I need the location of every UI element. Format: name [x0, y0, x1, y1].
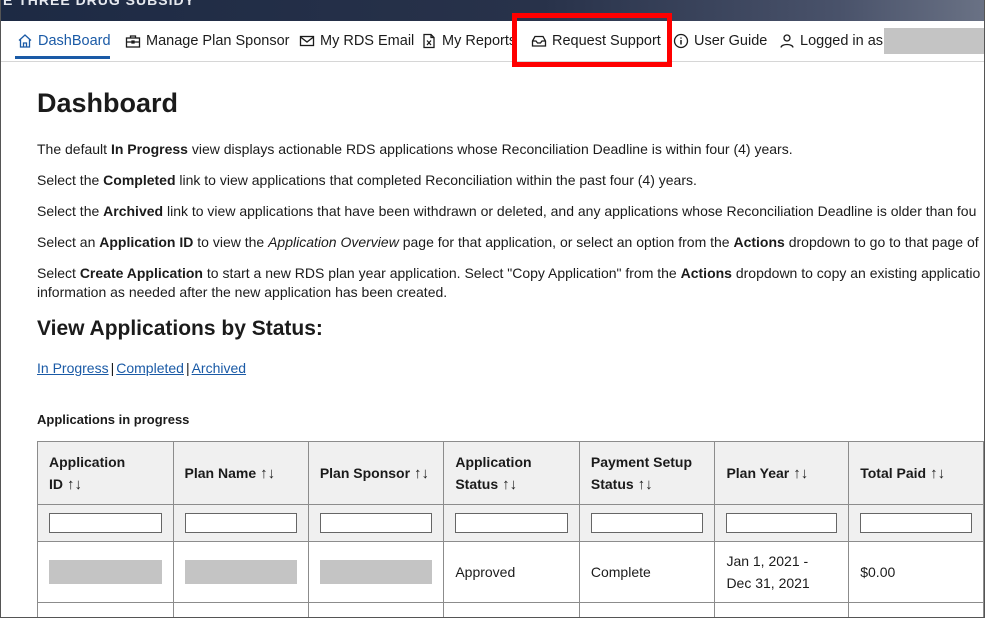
top-nav: DashBoard Manage Plan Sponsor My RDS Ema… [1, 21, 984, 62]
sort-arrows-icon[interactable]: ↑↓ [793, 465, 808, 482]
nav-my-rds-email[interactable]: My RDS Email [299, 21, 414, 61]
table-caption: Applications in progress [37, 412, 190, 427]
home-icon [18, 34, 32, 48]
filter-row [37, 504, 984, 542]
cell-total-paid: $0.00 [848, 541, 984, 603]
link-archived[interactable]: Archived [192, 360, 246, 376]
info-icon [673, 33, 689, 49]
briefcase-icon [125, 35, 141, 48]
site-title: E THREE DRUG SUBSIDY [3, 0, 195, 8]
redacted-plan-name [184, 560, 297, 584]
col-application-status[interactable]: Application Status ↑↓ [443, 441, 580, 505]
table-row [37, 602, 984, 617]
filter-plan-sponsor[interactable] [319, 513, 433, 533]
col-application-id[interactable]: Application ID ↑↓ [37, 441, 174, 505]
nav-logged-in-as[interactable]: Logged in as [779, 21, 883, 61]
col-payment-setup-status[interactable]: Payment Setup Status ↑↓ [578, 441, 716, 505]
user-icon [780, 34, 794, 48]
nav-my-rds-email-label: My RDS Email [320, 33, 415, 49]
request-support-highlight [512, 13, 672, 67]
instruction-archived: Select the Archived link to view applica… [37, 203, 977, 219]
page-title: Dashboard [37, 88, 179, 118]
table-header-row: Application ID ↑↓ Plan Name ↑↓ Plan Sponso… [37, 441, 984, 505]
app-window: E THREE DRUG SUBSIDY DashBoard Manage Pl… [0, 0, 985, 618]
cell-payment-status: Complete [578, 541, 716, 603]
nav-user-guide-label: User Guide [694, 33, 768, 49]
filter-total-paid[interactable] [860, 513, 972, 533]
sort-arrows-icon[interactable]: ↑↓ [67, 476, 82, 493]
applications-table: Application ID ↑↓ Plan Name ↑↓ Plan Sponso… [37, 441, 984, 617]
instruction-application-id: Select an Application ID to view the App… [37, 234, 979, 250]
filter-payment-setup-status[interactable] [590, 513, 704, 533]
link-separator: | [110, 360, 115, 376]
col-total-paid[interactable]: Total Paid ↑↓ [848, 441, 984, 505]
envelope-icon [299, 35, 315, 47]
sort-arrows-icon[interactable]: ↑↓ [930, 465, 945, 482]
col-plan-sponsor[interactable]: Plan Sponsor ↑↓ [307, 441, 445, 505]
nav-dashboard[interactable]: DashBoard [17, 21, 111, 61]
col-plan-year[interactable]: Plan Year ↑↓ [714, 441, 850, 505]
filter-application-status[interactable] [455, 513, 568, 533]
link-in-progress[interactable]: In Progress [37, 360, 109, 376]
table-row: Approved Complete Jan 1, 2021 - Dec 31, 2… [37, 541, 984, 603]
status-heading: View Applications by Status: [37, 317, 323, 340]
nav-my-reports-label: My Reports [442, 33, 517, 49]
instruction-create-application: Select Create Application to start a new… [37, 265, 981, 300]
nav-my-reports[interactable]: My Reports [421, 21, 516, 61]
sort-arrows-icon[interactable]: ↑↓ [414, 465, 429, 482]
col-plan-name[interactable]: Plan Name ↑↓ [172, 441, 309, 505]
filter-application-id[interactable] [49, 513, 162, 533]
nav-manage-plan-sponsor-label: Manage Plan Sponsor [146, 33, 290, 49]
nav-logged-in-as-label: Logged in as [800, 33, 884, 49]
redacted-plan-sponsor [319, 560, 433, 584]
redacted-username [884, 28, 984, 54]
instruction-in-progress: The default In Progress view displays ac… [37, 141, 793, 157]
status-links: In Progress | Completed | Archived [37, 360, 246, 376]
cell-plan-year: Jan 1, 2021 - Dec 31, 2021 [714, 541, 850, 603]
cell-application-status: Approved [443, 541, 580, 603]
filter-plan-name[interactable] [184, 513, 297, 533]
sort-arrows-icon[interactable]: ↑↓ [502, 476, 517, 493]
nav-dashboard-label: DashBoard [38, 33, 111, 49]
site-banner: E THREE DRUG SUBSIDY [1, 0, 984, 21]
redacted-application-id[interactable] [49, 560, 162, 584]
sort-arrows-icon[interactable]: ↑↓ [638, 476, 653, 493]
instruction-completed: Select the Completed link to view applic… [37, 172, 697, 188]
active-tab-indicator [15, 56, 110, 59]
nav-user-guide[interactable]: User Guide [673, 21, 767, 61]
link-separator: | [185, 360, 190, 376]
nav-manage-plan-sponsor[interactable]: Manage Plan Sponsor [125, 21, 290, 61]
sort-arrows-icon[interactable]: ↑↓ [260, 465, 275, 482]
filter-plan-year[interactable] [726, 513, 838, 533]
link-completed[interactable]: Completed [116, 360, 184, 376]
report-file-icon [423, 33, 435, 49]
